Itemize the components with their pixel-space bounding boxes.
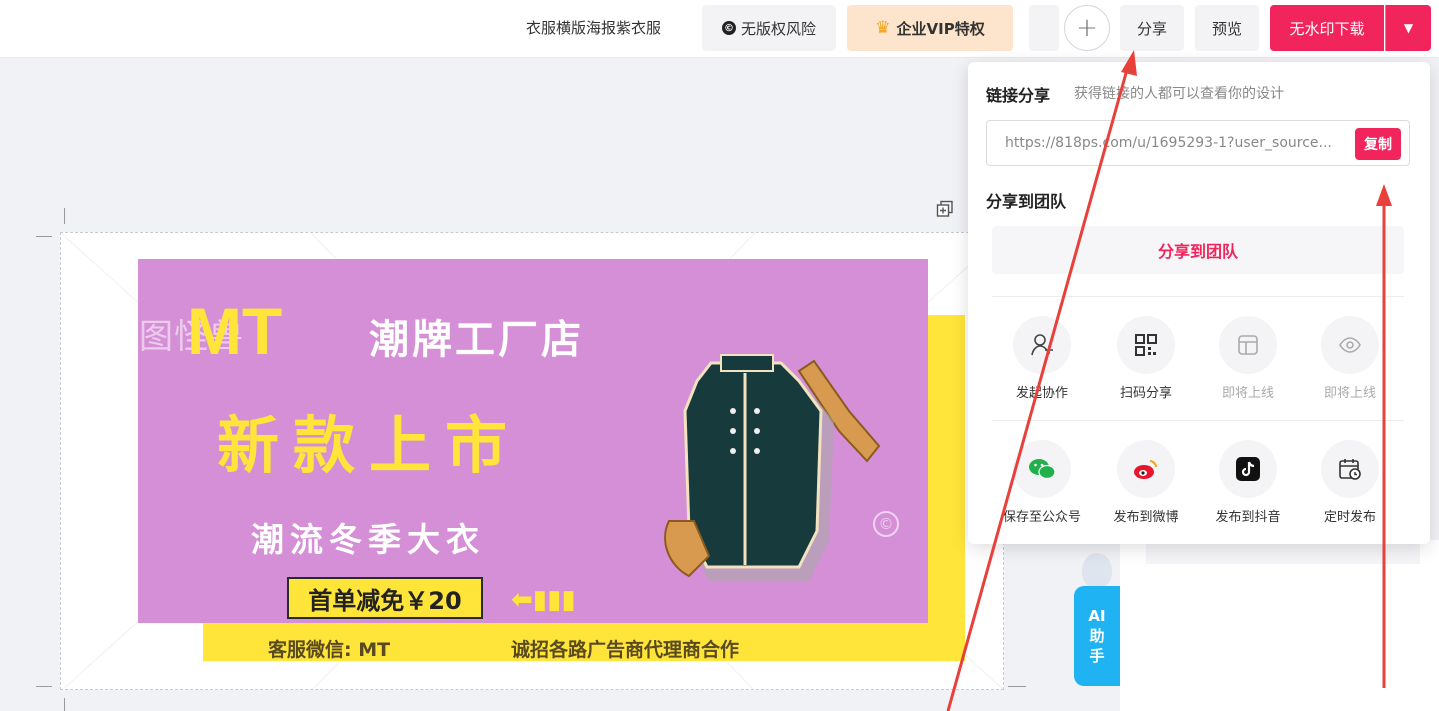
coat-image[interactable] — [649, 351, 919, 611]
enterprise-vip-label: 企业VIP特权 — [896, 19, 985, 38]
crown-icon: ♛ — [875, 18, 891, 38]
copy-link-button[interactable]: 复制 — [1355, 128, 1401, 160]
share-link-field[interactable]: https://818ps.com/u/1695293-1?user_sourc… — [986, 120, 1410, 166]
coming-soon-label-2: 即将上线 — [1323, 386, 1376, 401]
coming-soon-item-2: 即将上线 — [1300, 316, 1400, 401]
eye-icon — [1321, 316, 1379, 374]
share-to-team-button[interactable]: 分享到团队 — [992, 226, 1404, 274]
share-popup: 链接分享 获得链接的人都可以查看你的设计 https://818ps.com/u… — [968, 62, 1430, 544]
scheduled-publish-button[interactable]: 定时发布 — [1300, 440, 1400, 525]
guide-mark — [1008, 686, 1026, 687]
caret-down-icon: ▼ — [1403, 21, 1414, 35]
preview-button[interactable]: 预览 — [1195, 5, 1259, 51]
weibo-icon — [1117, 440, 1175, 498]
share-team-title: 分享到团队 — [986, 192, 1067, 211]
top-bar: 衣服横版海报紫衣服 © 无版权风险 ♛ 企业VIP特权 + 分享 预览 无水印下… — [0, 0, 1439, 58]
design-canvas[interactable]: 图怪兽 MT 潮牌工厂店 新款上市 潮流冬季大衣 首单减免￥20 ⬅▮▮▮ 客服… — [60, 232, 1004, 690]
arrow-left-icon: ⬅▮▮▮ — [511, 585, 576, 615]
publish-to-weibo-button[interactable]: 发布到微博 — [1096, 440, 1196, 525]
publish-to-douyin-label: 发布到抖音 — [1215, 510, 1281, 525]
download-menu-button[interactable]: ▼ — [1385, 5, 1431, 51]
share-button[interactable]: 分享 — [1120, 5, 1184, 51]
scheduled-publish-label: 定时发布 — [1323, 510, 1376, 525]
poster-recruit[interactable]: 诚招各路广告商代理商合作 — [511, 635, 739, 662]
douyin-icon — [1219, 440, 1277, 498]
coming-soon-item-1: 即将上线 — [1198, 316, 1298, 401]
ai-assistant-avatar[interactable] — [1082, 553, 1112, 587]
save-to-wechat-label: 保存至公众号 — [1002, 510, 1081, 525]
start-collaboration-label: 发起协作 — [1015, 386, 1068, 401]
copyright-free-label: 无版权风险 — [740, 19, 816, 38]
share-label: 分享 — [1136, 19, 1167, 38]
poster-headline[interactable]: 新款上市 — [217, 395, 521, 485]
download-button[interactable]: 无水印下载 — [1270, 5, 1384, 51]
qrcode-share-button[interactable]: 扫码分享 — [1096, 316, 1196, 401]
divider — [992, 296, 1404, 297]
guide-mark — [64, 208, 65, 224]
copyright-free-button[interactable]: © 无版权风险 — [702, 5, 836, 51]
start-collaboration-button[interactable]: 发起协作 — [992, 316, 1092, 401]
share-to-team-label: 分享到团队 — [1157, 242, 1238, 261]
properties-panel — [1120, 540, 1439, 711]
poster-wechat[interactable]: 客服微信: MT — [268, 635, 390, 662]
link-share-title: 链接分享 — [986, 86, 1051, 105]
duplicate-page-icon[interactable] — [936, 200, 954, 218]
layout-icon — [1219, 316, 1277, 374]
guide-mark — [64, 698, 65, 711]
divider — [992, 420, 1404, 421]
ai-assistant-label-2: 助 — [1089, 627, 1105, 645]
guide-mark — [36, 236, 52, 237]
calendar-icon — [1321, 440, 1379, 498]
add-collaborator-button[interactable]: + — [1064, 5, 1110, 51]
toolbar-blank-button[interactable] — [1029, 5, 1059, 51]
ai-assistant-label-3: 手 — [1089, 647, 1105, 665]
collaborate-icon — [1013, 316, 1071, 374]
ai-assistant-label-1: AI — [1088, 607, 1106, 625]
ai-assistant-button[interactable]: AI 助 手 — [1074, 586, 1120, 686]
poster-subline[interactable]: 潮流冬季大衣 — [251, 513, 485, 561]
qrcode-icon — [1117, 316, 1175, 374]
share-link-url: https://818ps.com/u/1695293-1?user_sourc… — [1005, 135, 1332, 151]
qrcode-share-label: 扫码分享 — [1119, 386, 1172, 401]
wechat-icon — [1013, 440, 1071, 498]
poster-brand[interactable]: MT — [187, 293, 282, 369]
copyright-icon: © — [721, 21, 736, 35]
publish-to-weibo-label: 发布到微博 — [1113, 510, 1179, 525]
poster-discount-text: 首单减免￥20 — [308, 586, 462, 615]
download-label: 无水印下载 — [1289, 19, 1365, 38]
save-to-wechat-button[interactable]: 保存至公众号 — [992, 440, 1092, 525]
publish-to-douyin-button[interactable]: 发布到抖音 — [1198, 440, 1298, 525]
plus-icon: + — [1076, 13, 1098, 43]
preview-label: 预览 — [1211, 19, 1242, 38]
guide-mark — [36, 686, 52, 687]
enterprise-vip-button[interactable]: ♛ 企业VIP特权 — [847, 5, 1013, 51]
poster-discount-badge[interactable]: 首单减免￥20 — [287, 577, 483, 619]
coming-soon-label-1: 即将上线 — [1221, 386, 1274, 401]
link-share-description: 获得链接的人都可以查看你的设计 — [1074, 86, 1284, 102]
poster-shop-name[interactable]: 潮牌工厂店 — [369, 307, 584, 365]
document-title[interactable]: 衣服横版海报紫衣服 — [526, 17, 661, 38]
copy-link-label: 复制 — [1364, 137, 1392, 153]
